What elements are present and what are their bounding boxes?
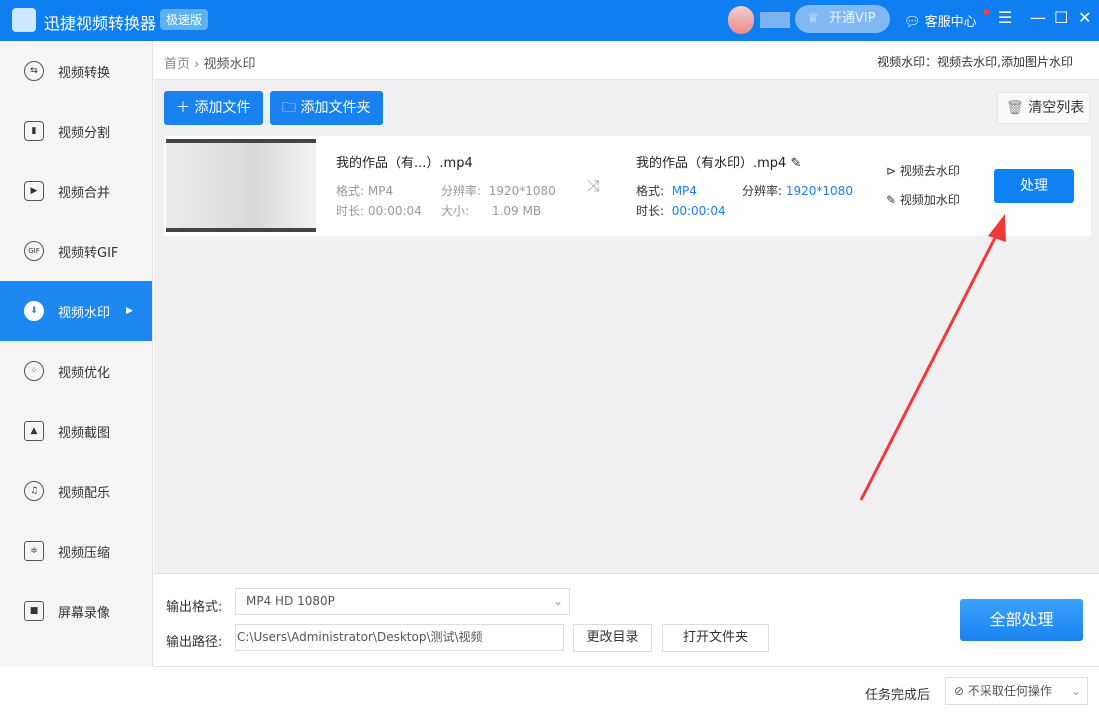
annotation-arrow: [859, 214, 1006, 501]
